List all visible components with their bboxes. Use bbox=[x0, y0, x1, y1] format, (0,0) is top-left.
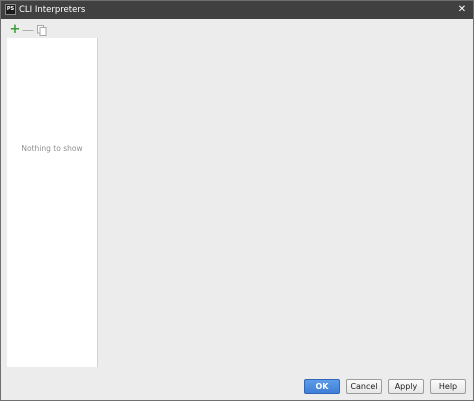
copy-icon[interactable] bbox=[36, 23, 48, 37]
phpstorm-app-icon: PS bbox=[5, 4, 16, 15]
title-bar[interactable]: PS CLI Interpreters ✕ bbox=[1, 1, 473, 19]
interpreter-details-panel bbox=[99, 19, 473, 371]
ok-button[interactable]: OK bbox=[304, 379, 340, 394]
close-icon[interactable]: ✕ bbox=[455, 3, 469, 17]
interpreter-list[interactable]: Nothing to show bbox=[7, 38, 98, 367]
empty-list-text: Nothing to show bbox=[21, 144, 83, 153]
help-button[interactable]: Help bbox=[430, 379, 466, 394]
window-title: CLI Interpreters bbox=[19, 5, 86, 15]
cancel-button[interactable]: Cancel bbox=[346, 379, 382, 394]
cli-interpreters-dialog: PS CLI Interpreters ✕ + — Nothing to sho… bbox=[0, 0, 474, 401]
interpreter-list-toolbar: + — bbox=[7, 23, 67, 37]
minus-icon[interactable]: — bbox=[22, 23, 34, 37]
plus-icon[interactable]: + bbox=[9, 23, 21, 37]
apply-button[interactable]: Apply bbox=[388, 379, 424, 394]
